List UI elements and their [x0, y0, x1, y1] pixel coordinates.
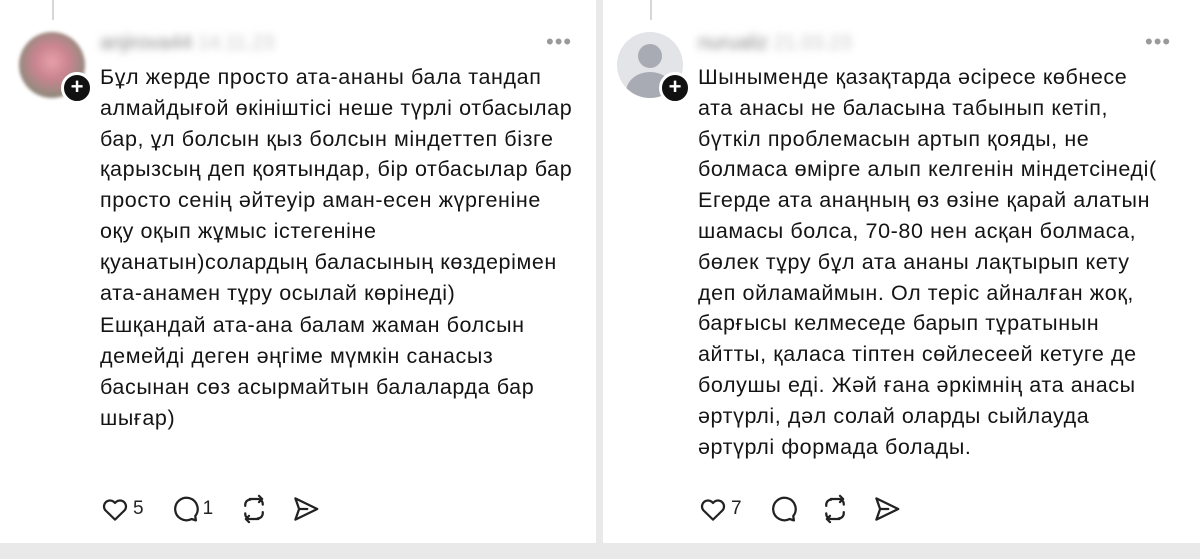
- share-button[interactable]: [291, 494, 321, 524]
- thread-line: [52, 0, 54, 20]
- repost-button[interactable]: [239, 494, 269, 524]
- repost-button[interactable]: [820, 494, 850, 524]
- post-body: Бұл жерде просто ата-ананы бала тандап а…: [100, 62, 574, 434]
- post-actions: 7: [698, 492, 924, 526]
- follow-plus-icon[interactable]: +: [659, 72, 691, 104]
- post-paragraph: Ешқандай ата-ана балам жаман болсын деме…: [100, 313, 535, 430]
- share-icon: [294, 497, 319, 521]
- post-body: Шыныменде қазақтарда әсіресе көбнесе ата…: [698, 62, 1168, 462]
- like-button[interactable]: 5: [100, 494, 148, 524]
- like-button[interactable]: 7: [698, 494, 746, 524]
- post-paragraph: Шыныменде қазақтарда әсіресе көбнесе ата…: [698, 65, 1157, 459]
- username[interactable]: anjirova44 14.11.23: [100, 30, 300, 56]
- post-actions: 5 1: [100, 492, 343, 526]
- username[interactable]: nurualiz 21.03.23: [698, 30, 898, 56]
- reply-button[interactable]: 1: [170, 494, 218, 524]
- heart-icon: [102, 499, 128, 521]
- like-count: 5: [133, 498, 144, 519]
- reply-button[interactable]: [768, 494, 798, 524]
- more-options-icon[interactable]: •••: [546, 31, 572, 53]
- post-paragraph: Бұл жерде просто ата-ананы бала тандап а…: [100, 65, 573, 305]
- post-card: + anjirova44 14.11.23 ••• Бұл жерде прос…: [0, 0, 596, 543]
- share-icon: [874, 497, 899, 521]
- post-card: + nurualiz 21.03.23 ••• Шыныменде қазақт…: [603, 0, 1200, 543]
- avatar[interactable]: +: [19, 32, 93, 104]
- timestamp: 14.11.23: [197, 32, 275, 54]
- thread-line: [650, 0, 652, 20]
- follow-plus-icon[interactable]: +: [61, 72, 93, 104]
- timestamp: 21.03.23: [773, 32, 852, 54]
- repost-icon: [824, 494, 845, 524]
- avatar[interactable]: +: [617, 32, 691, 104]
- comment-icon: [771, 496, 797, 522]
- repost-icon: [244, 494, 265, 524]
- share-button[interactable]: [872, 494, 902, 524]
- comment-icon: [173, 496, 199, 522]
- heart-icon: [700, 499, 726, 521]
- reply-count: 1: [202, 498, 214, 519]
- like-count: 7: [731, 498, 742, 519]
- more-options-icon[interactable]: •••: [1145, 31, 1171, 53]
